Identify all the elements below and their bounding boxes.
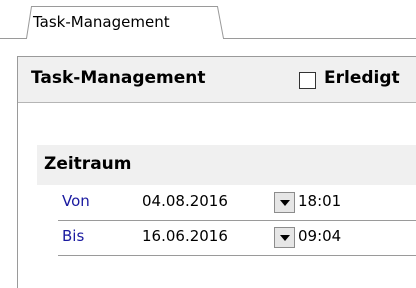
chevron-down-icon [280,200,290,206]
zeitraum-group: Zeitraum Von 04.08.2016 18:01 Bis 16.06.… [37,145,416,280]
von-time-field[interactable]: 18:01 [298,192,341,210]
tab-task-management[interactable]: Task-Management [33,13,170,31]
von-label: Von [62,192,90,210]
bis-label: Bis [62,227,85,245]
von-date-field[interactable]: 04.08.2016 [142,192,228,210]
chevron-down-icon [280,235,290,241]
done-label: Erledigt [324,68,400,88]
bis-row: Bis 16.06.2016 09:04 [37,221,416,255]
bis-date-dropdown-button[interactable] [274,227,295,248]
zeitraum-header: Zeitraum [37,145,416,185]
panel-header: Task-Management Erledigt [18,57,416,103]
tab-strip: Task-Management [0,0,416,40]
von-row: Von 04.08.2016 18:01 [37,186,416,220]
task-management-panel: Task-Management Erledigt Zeitraum Von 04… [17,56,416,288]
von-date-dropdown-button[interactable] [274,192,295,213]
bis-time-field[interactable]: 09:04 [298,227,341,245]
zeitraum-title: Zeitraum [44,154,132,174]
done-checkbox[interactable] [299,72,316,89]
panel-title: Task-Management [31,68,206,88]
bis-date-field[interactable]: 16.06.2016 [142,227,228,245]
row-divider [58,255,416,256]
